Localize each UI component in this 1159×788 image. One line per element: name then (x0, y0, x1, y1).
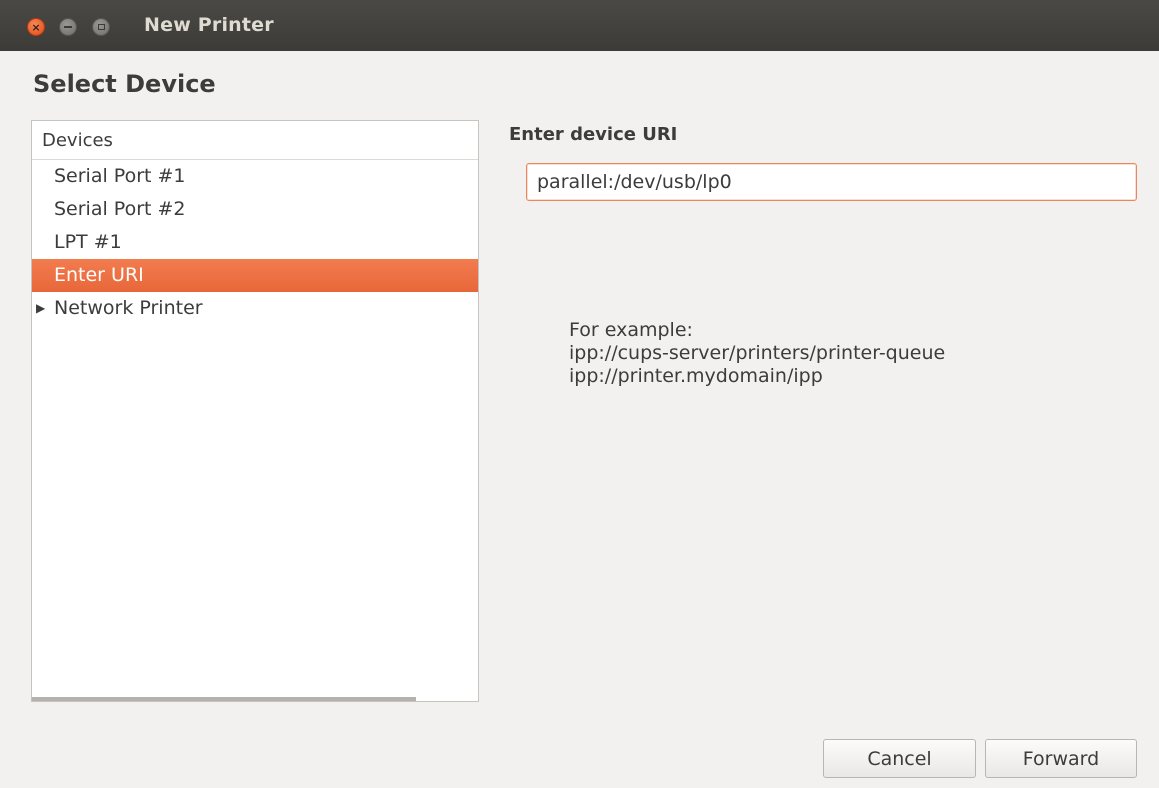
minimize-icon (64, 26, 72, 28)
example-uri-1: ipp://cups-server/printers/printer-queue (569, 342, 946, 364)
device-uri-input[interactable] (526, 163, 1137, 201)
minimize-window-button[interactable] (59, 18, 77, 36)
device-item-serial-port-1[interactable]: Serial Port #1 (32, 160, 478, 193)
horizontal-scrollbar[interactable] (32, 697, 416, 701)
device-item-serial-port-2[interactable]: Serial Port #2 (32, 193, 478, 226)
close-window-button[interactable]: × (27, 18, 45, 36)
maximize-window-button[interactable] (92, 18, 110, 36)
new-printer-window: × New Printer Select Device Devices Seri… (0, 0, 1159, 788)
example-uri-2: ipp://printer.mydomain/ipp (569, 365, 823, 387)
window-title: New Printer (144, 14, 274, 36)
forward-button[interactable]: Forward (985, 739, 1137, 778)
device-item-lpt-1[interactable]: LPT #1 (32, 226, 478, 259)
device-item-network-printer[interactable]: ▶ Network Printer (32, 292, 478, 325)
device-list[interactable]: Devices Serial Port #1 Serial Port #2 LP… (31, 120, 479, 702)
uri-example-text: For example: ipp://cups-server/printers/… (569, 319, 945, 388)
close-icon: × (31, 20, 41, 34)
maximize-icon (97, 24, 105, 30)
device-item-enter-uri[interactable]: Enter URI (32, 259, 478, 292)
cancel-button[interactable]: Cancel (823, 739, 976, 778)
page-title: Select Device (33, 70, 216, 98)
device-uri-label: Enter device URI (509, 124, 678, 145)
example-heading: For example: (569, 319, 693, 341)
device-item-label: Network Printer (54, 297, 203, 319)
title-bar[interactable]: × New Printer (0, 0, 1159, 51)
triangle-right-icon[interactable]: ▶ (36, 292, 54, 325)
device-list-header[interactable]: Devices (32, 121, 478, 160)
